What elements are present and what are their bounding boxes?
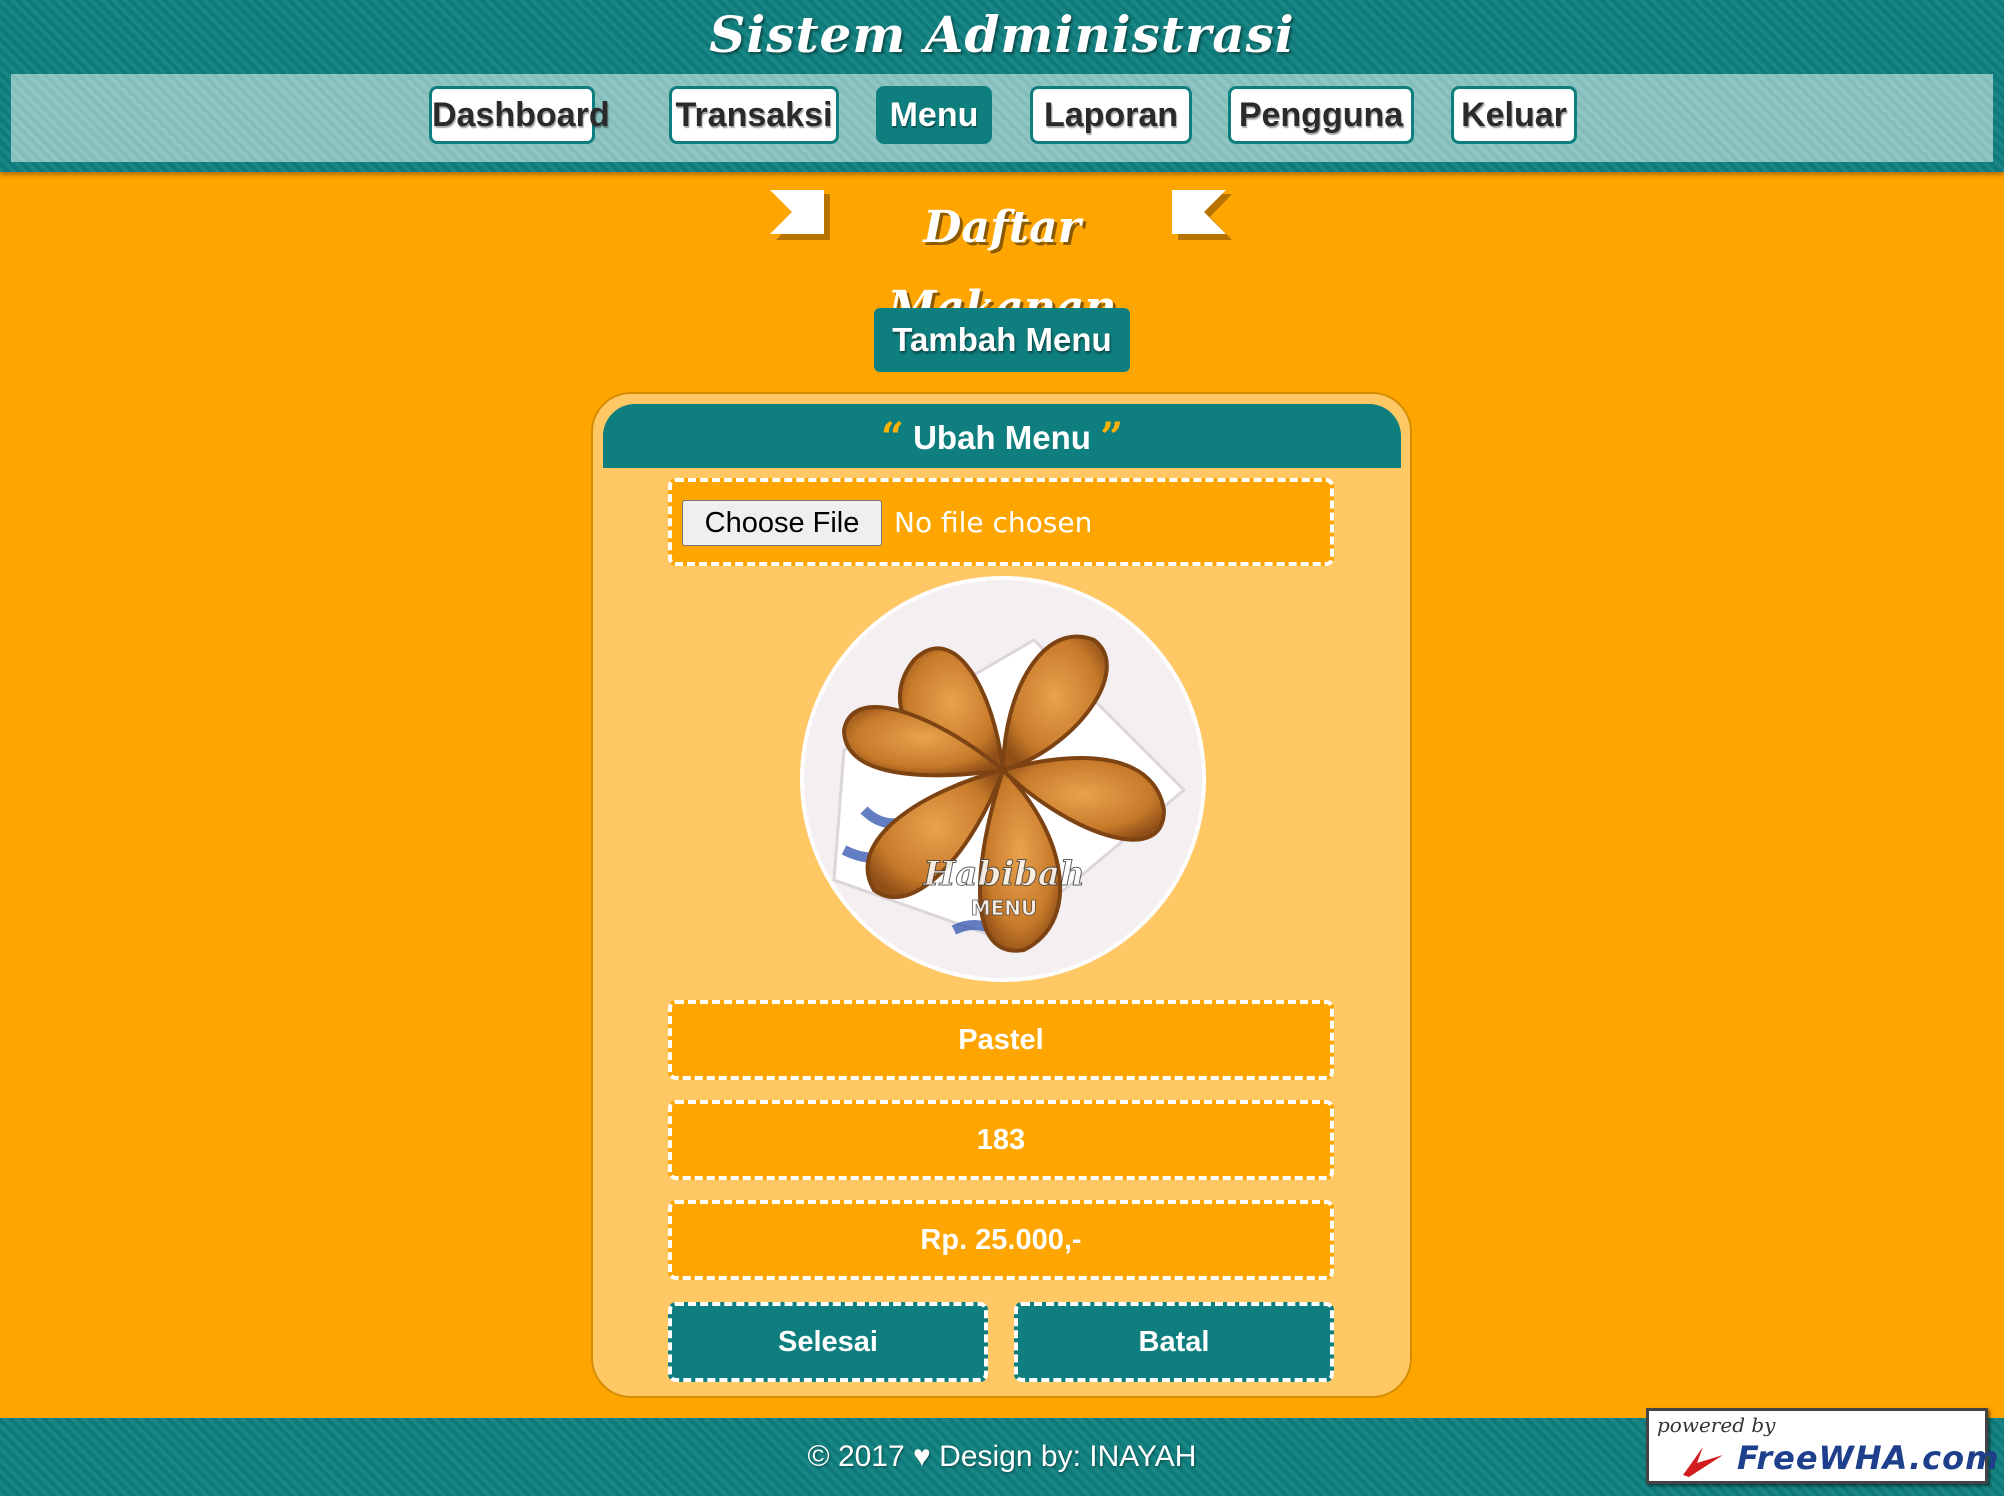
- freewha-logo-icon: [1683, 1447, 1723, 1477]
- edit-menu-panel: “ Ubah Menu ” Choose File No file chosen: [591, 392, 1412, 1398]
- nav-laporan[interactable]: Laporan: [1030, 86, 1192, 144]
- cancel-button[interactable]: Batal: [1014, 1302, 1334, 1382]
- photo-watermark-sub: MENU: [971, 896, 1038, 920]
- pastel-image: Habibah MENU: [804, 580, 1202, 978]
- add-menu-button[interactable]: Tambah Menu: [874, 308, 1130, 372]
- powered-by-badge[interactable]: powered by FreeWHA.com: [1646, 1408, 1998, 1484]
- menu-stock-field[interactable]: 183: [668, 1100, 1334, 1180]
- nav-dashboard[interactable]: Dashboard: [429, 86, 610, 144]
- nav-transaksi[interactable]: Transaksi: [669, 86, 839, 144]
- menu-name-field[interactable]: Pastel: [668, 1000, 1334, 1080]
- badge-brand: FreeWHA.com: [1737, 1439, 2000, 1477]
- panel-title: Ubah Menu: [913, 419, 1091, 456]
- page-title-ribbon: Daftar Makanan: [768, 188, 1236, 333]
- site-title: Sistem Administrasi: [709, 5, 1295, 64]
- choose-file-button[interactable]: Choose File: [682, 500, 882, 546]
- nav-keluar[interactable]: Keluar: [1451, 86, 1577, 144]
- file-upload-field: Choose File No file chosen: [668, 478, 1334, 566]
- file-status-text: No file chosen: [894, 506, 1093, 539]
- quote-open-icon: “: [880, 414, 904, 461]
- nav-menu[interactable]: Menu: [876, 86, 992, 144]
- site-header: Sistem Administrasi Dashboard Transaksi …: [0, 0, 2004, 172]
- badge-powered-by: powered by: [1657, 1413, 1776, 1437]
- photo-watermark: Habibah: [922, 854, 1084, 894]
- quote-close-icon: ”: [1100, 414, 1124, 461]
- menu-photo: Habibah MENU: [800, 576, 1206, 982]
- panel-header: “ Ubah Menu ”: [603, 404, 1401, 468]
- menu-price-field[interactable]: Rp. 25.000,-: [668, 1200, 1334, 1280]
- main-nav: Dashboard Transaksi Menu Laporan Penggun…: [11, 74, 1993, 162]
- submit-button[interactable]: Selesai: [668, 1302, 988, 1382]
- nav-pengguna[interactable]: Pengguna: [1228, 86, 1414, 144]
